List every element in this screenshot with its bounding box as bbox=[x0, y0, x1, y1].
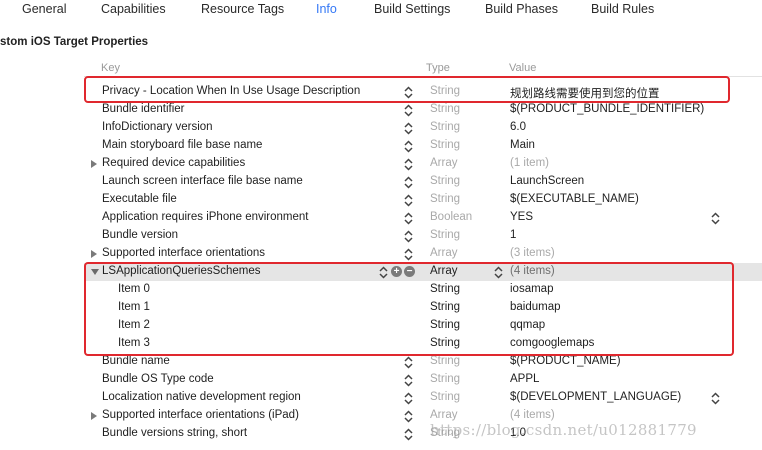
row-value[interactable]: 6.0 bbox=[510, 121, 526, 133]
row-type: String bbox=[430, 175, 461, 187]
row-key: Bundle name bbox=[102, 355, 170, 367]
table-row[interactable]: Executable file String $(EXECUTABLE_NAME… bbox=[84, 191, 762, 209]
row-key: Supported interface orientations bbox=[102, 247, 266, 259]
row-type: Array bbox=[430, 157, 458, 169]
table-row[interactable]: Supported interface orientations Array (… bbox=[84, 245, 762, 263]
row-type: Array bbox=[430, 409, 458, 421]
row-value: (4 items) bbox=[510, 409, 555, 421]
row-value[interactable]: Main bbox=[510, 139, 535, 151]
table-row[interactable]: Application requires iPhone environment … bbox=[84, 209, 762, 227]
row-key: Bundle OS Type code bbox=[102, 373, 214, 385]
disclosure-triangle-icon[interactable] bbox=[91, 250, 97, 258]
section-title[interactable]: ustom iOS Target Properties bbox=[0, 36, 148, 48]
tab-capabilities[interactable]: Capabilities bbox=[101, 2, 166, 16]
value-stepper-icon[interactable] bbox=[711, 392, 720, 405]
key-stepper-icon[interactable] bbox=[404, 230, 413, 243]
row-value: (1 item) bbox=[510, 157, 549, 169]
row-type: String bbox=[430, 373, 461, 385]
key-stepper-icon[interactable] bbox=[404, 122, 413, 135]
table-row[interactable]: Localization native development region S… bbox=[84, 389, 762, 407]
row-key: Supported interface orientations (iPad) bbox=[102, 409, 299, 421]
watermark-text: https://blog.csdn.net/u012881779 bbox=[430, 421, 697, 439]
table-row[interactable]: Required device capabilities Array (1 it… bbox=[84, 155, 762, 173]
table-row[interactable]: Launch screen interface file base name S… bbox=[84, 173, 762, 191]
column-header-value[interactable]: Value bbox=[509, 62, 536, 74]
row-value[interactable]: $(PRODUCT_BUNDLE_IDENTIFIER) bbox=[510, 103, 704, 115]
key-stepper-icon[interactable] bbox=[404, 140, 413, 153]
row-type: String bbox=[430, 391, 461, 403]
row-value[interactable]: 1 bbox=[510, 229, 516, 241]
row-value[interactable]: LaunchScreen bbox=[510, 175, 584, 187]
row-key: Bundle version bbox=[102, 229, 179, 241]
row-key: InfoDictionary version bbox=[102, 121, 213, 133]
row-type: Array bbox=[430, 247, 458, 259]
editor-tab-bar: General Capabilities Resource Tags Info … bbox=[0, 0, 762, 20]
key-stepper-icon[interactable] bbox=[404, 194, 413, 207]
row-key: Bundle identifier bbox=[102, 103, 185, 115]
row-value[interactable]: YES bbox=[510, 211, 533, 223]
row-key: Localization native development region bbox=[102, 391, 301, 403]
row-value[interactable]: $(EXECUTABLE_NAME) bbox=[510, 193, 639, 205]
column-header-type[interactable]: Type bbox=[426, 62, 450, 74]
row-value: (3 items) bbox=[510, 247, 555, 259]
row-type: String bbox=[430, 193, 461, 205]
key-stepper-icon[interactable] bbox=[404, 158, 413, 171]
row-value[interactable]: $(DEVELOPMENT_LANGUAGE) bbox=[510, 391, 681, 403]
value-stepper-icon[interactable] bbox=[711, 212, 720, 225]
tab-build-settings[interactable]: Build Settings bbox=[374, 2, 450, 16]
column-header-key[interactable]: Key bbox=[101, 62, 120, 74]
table-row[interactable]: Bundle identifier String $(PRODUCT_BUNDL… bbox=[84, 101, 762, 119]
disclosure-triangle-icon[interactable] bbox=[91, 160, 97, 168]
disclosure-triangle-icon[interactable] bbox=[91, 412, 97, 420]
row-type: String bbox=[430, 121, 461, 133]
table-row[interactable]: Bundle OS Type code String APPL bbox=[84, 371, 762, 389]
key-stepper-icon[interactable] bbox=[404, 104, 413, 117]
row-type: String bbox=[430, 229, 461, 241]
row-key: Application requires iPhone environment bbox=[102, 211, 309, 223]
table-row[interactable]: Main storyboard file base name String Ma… bbox=[84, 137, 762, 155]
tab-info[interactable]: Info bbox=[316, 2, 337, 16]
row-value[interactable]: $(PRODUCT_NAME) bbox=[510, 355, 621, 367]
tab-build-phases[interactable]: Build Phases bbox=[485, 2, 558, 16]
tab-resource-tags[interactable]: Resource Tags bbox=[201, 2, 284, 16]
row-key: Required device capabilities bbox=[102, 157, 246, 169]
key-stepper-icon[interactable] bbox=[404, 410, 413, 423]
row-value[interactable]: APPL bbox=[510, 373, 539, 385]
key-stepper-icon[interactable] bbox=[404, 374, 413, 387]
row-key: Main storyboard file base name bbox=[102, 139, 263, 151]
row-type: String bbox=[430, 103, 461, 115]
row-key: Launch screen interface file base name bbox=[102, 175, 303, 187]
table-header: Key Type Value bbox=[84, 60, 762, 77]
table-row[interactable]: InfoDictionary version String 6.0 bbox=[84, 119, 762, 137]
row-key: Bundle versions string, short bbox=[102, 427, 248, 439]
highlight-box-queries-schemes bbox=[84, 262, 734, 356]
key-stepper-icon[interactable] bbox=[404, 212, 413, 225]
row-type: Boolean bbox=[430, 211, 473, 223]
table-row[interactable]: Bundle version String 1 bbox=[84, 227, 762, 245]
row-type: String bbox=[430, 355, 461, 367]
tab-build-rules[interactable]: Build Rules bbox=[591, 2, 654, 16]
key-stepper-icon[interactable] bbox=[404, 248, 413, 261]
key-stepper-icon[interactable] bbox=[404, 356, 413, 369]
highlight-box-privacy bbox=[84, 76, 730, 103]
key-stepper-icon[interactable] bbox=[404, 428, 413, 441]
key-stepper-icon[interactable] bbox=[404, 392, 413, 405]
row-type: String bbox=[430, 139, 461, 151]
key-stepper-icon[interactable] bbox=[404, 176, 413, 189]
tab-general[interactable]: General bbox=[22, 2, 66, 16]
row-key: Executable file bbox=[102, 193, 177, 205]
